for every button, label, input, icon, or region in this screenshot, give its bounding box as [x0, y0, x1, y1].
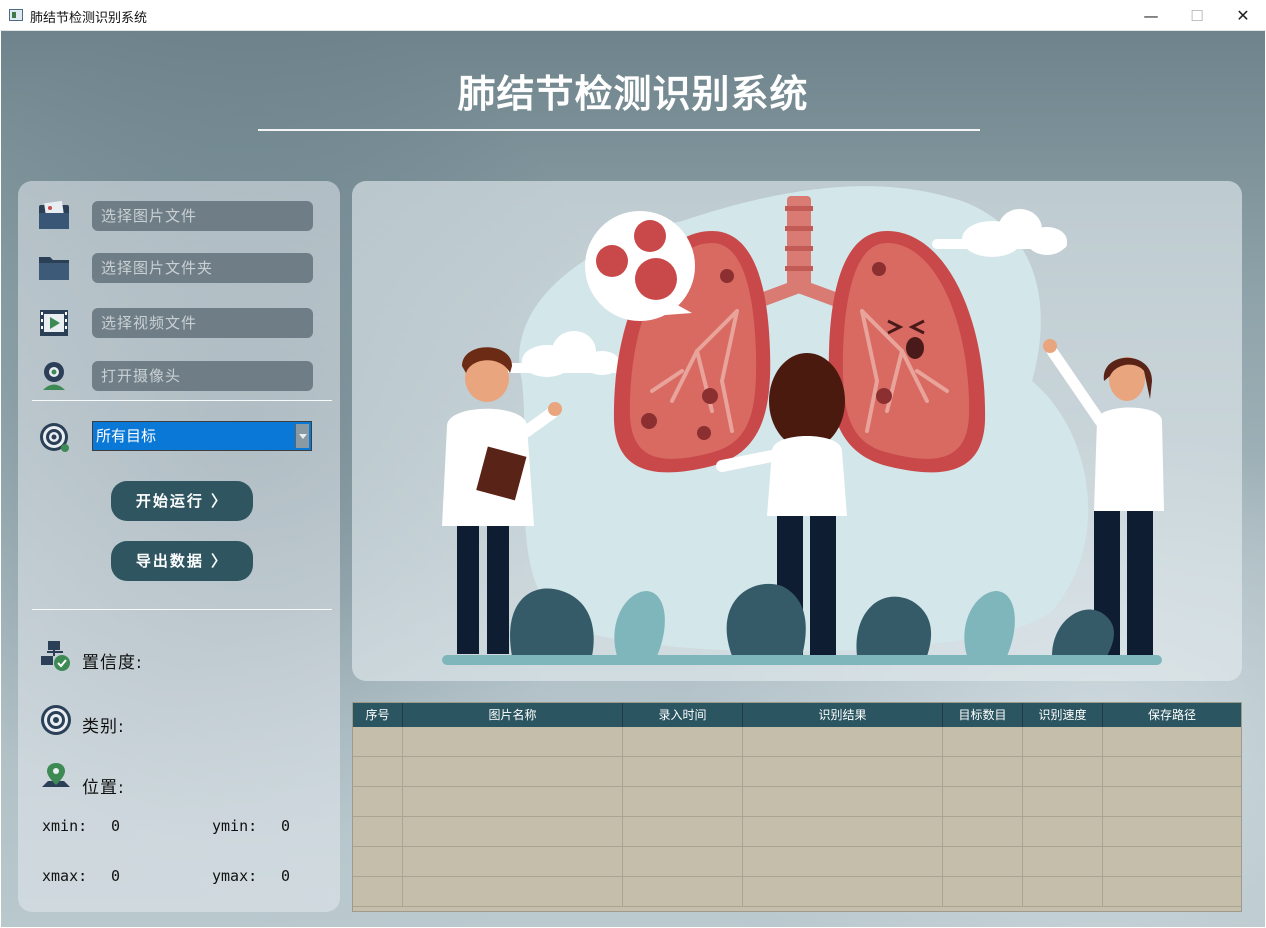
ymax-label: ymax:	[212, 867, 258, 885]
table-cell[interactable]	[403, 787, 623, 817]
class-icon	[40, 704, 76, 738]
table-cell[interactable]	[403, 817, 623, 847]
table-cell[interactable]	[1023, 877, 1103, 907]
window-titlebar: 肺结节检测识别系统 — ☐ ✕	[0, 0, 1266, 31]
ymin-label: ymin:	[212, 817, 258, 835]
table-cell[interactable]	[353, 757, 403, 787]
xmax-label: xmax:	[42, 867, 88, 885]
column-header-save-path[interactable]: 保存路径	[1103, 703, 1241, 727]
table-cell[interactable]	[403, 757, 623, 787]
divider	[32, 609, 332, 610]
video-file-input[interactable]: 选择视频文件	[92, 308, 313, 338]
table-cell[interactable]	[1023, 847, 1103, 877]
ymax-value: 0	[281, 867, 291, 885]
table-cell[interactable]	[353, 847, 403, 877]
title-divider	[258, 129, 980, 131]
start-run-button[interactable]: 开始运行 〉	[111, 481, 253, 521]
table-cell[interactable]	[403, 727, 623, 757]
target-select-value: 所有目标	[96, 427, 157, 445]
class-label: 类别:	[82, 717, 125, 737]
table-cell[interactable]	[1023, 787, 1103, 817]
table-cell[interactable]	[943, 727, 1023, 757]
webcam-icon[interactable]	[36, 359, 72, 393]
column-header-image-name[interactable]: 图片名称	[403, 703, 623, 727]
control-panel: 选择图片文件 选择图片文件夹 选择视频文件 打开摄像头 所有目标 开始运行 〉 …	[18, 181, 340, 912]
table-cell[interactable]	[1103, 847, 1241, 877]
table-cell[interactable]	[743, 817, 943, 847]
target-icon	[38, 421, 74, 455]
table-cell[interactable]	[1103, 877, 1241, 907]
table-header: 序号 图片名称 录入时间 识别结果 目标数目 识别速度 保存路径	[353, 703, 1241, 727]
table-cell[interactable]	[743, 757, 943, 787]
chevron-down-icon[interactable]	[295, 424, 309, 448]
table-cell[interactable]	[743, 847, 943, 877]
table-cell[interactable]	[623, 757, 743, 787]
table-cell[interactable]	[623, 727, 743, 757]
xmin-value: 0	[111, 817, 121, 835]
main-area: 肺结节检测识别系统 选择图片文件 选择图片文件夹 选择视频文件 打开摄像头 所有…	[1, 31, 1265, 927]
location-pin-icon	[40, 761, 76, 795]
image-display-panel	[352, 181, 1242, 681]
target-select[interactable]: 所有目标	[92, 421, 312, 451]
table-cell[interactable]	[353, 727, 403, 757]
page-title: 肺结节检测识别系统	[457, 72, 809, 116]
folder-icon[interactable]	[36, 251, 72, 285]
table-row[interactable]	[353, 727, 1241, 757]
table-cell[interactable]	[403, 877, 623, 907]
close-button[interactable]: ✕	[1220, 0, 1266, 31]
window-title: 肺结节检测识别系统	[30, 11, 148, 26]
table-cell[interactable]	[1023, 757, 1103, 787]
table-cell[interactable]	[943, 787, 1023, 817]
column-header-index[interactable]: 序号	[353, 703, 403, 727]
table-cell[interactable]	[943, 817, 1023, 847]
table-cell[interactable]	[403, 847, 623, 877]
app-icon	[9, 9, 23, 21]
table-cell[interactable]	[943, 877, 1023, 907]
table-cell[interactable]	[623, 817, 743, 847]
table-cell[interactable]	[353, 817, 403, 847]
confidence-icon	[38, 639, 74, 673]
column-header-entry-time[interactable]: 录入时间	[623, 703, 743, 727]
minimize-button[interactable]: —	[1128, 0, 1174, 31]
table-cell[interactable]	[623, 847, 743, 877]
image-folder-icon[interactable]	[36, 199, 72, 233]
table-cell[interactable]	[943, 757, 1023, 787]
maximize-button[interactable]: ☐	[1174, 0, 1220, 31]
table-cell[interactable]	[623, 787, 743, 817]
video-file-icon[interactable]	[36, 306, 72, 340]
table-row[interactable]	[353, 787, 1241, 817]
results-table[interactable]: 序号 图片名称 录入时间 识别结果 目标数目 识别速度 保存路径	[352, 702, 1242, 912]
table-row[interactable]	[353, 847, 1241, 877]
table-row[interactable]	[353, 877, 1241, 907]
column-header-target-count[interactable]: 目标数目	[943, 703, 1023, 727]
divider	[32, 400, 332, 401]
table-cell[interactable]	[943, 847, 1023, 877]
table-cell[interactable]	[1103, 817, 1241, 847]
table-cell[interactable]	[1103, 787, 1241, 817]
lung-illustration	[442, 186, 1164, 665]
table-cell[interactable]	[1023, 727, 1103, 757]
table-row[interactable]	[353, 817, 1241, 847]
table-cell[interactable]	[743, 787, 943, 817]
image-folder-input[interactable]: 选择图片文件夹	[92, 253, 313, 283]
table-cell[interactable]	[1023, 817, 1103, 847]
table-cell[interactable]	[1103, 727, 1241, 757]
table-cell[interactable]	[743, 877, 943, 907]
table-cell[interactable]	[353, 877, 403, 907]
camera-input[interactable]: 打开摄像头	[92, 361, 313, 391]
table-cell[interactable]	[353, 787, 403, 817]
ymin-value: 0	[281, 817, 291, 835]
image-file-input[interactable]: 选择图片文件	[92, 201, 313, 231]
xmin-label: xmin:	[42, 817, 88, 835]
export-data-button[interactable]: 导出数据 〉	[111, 541, 253, 581]
table-cell[interactable]	[743, 727, 943, 757]
table-cell[interactable]	[623, 877, 743, 907]
column-header-result[interactable]: 识别结果	[743, 703, 943, 727]
position-label: 位置:	[82, 778, 125, 798]
confidence-label: 置信度:	[82, 653, 143, 673]
table-row[interactable]	[353, 757, 1241, 787]
column-header-speed[interactable]: 识别速度	[1023, 703, 1103, 727]
xmax-value: 0	[111, 867, 121, 885]
table-cell[interactable]	[1103, 757, 1241, 787]
